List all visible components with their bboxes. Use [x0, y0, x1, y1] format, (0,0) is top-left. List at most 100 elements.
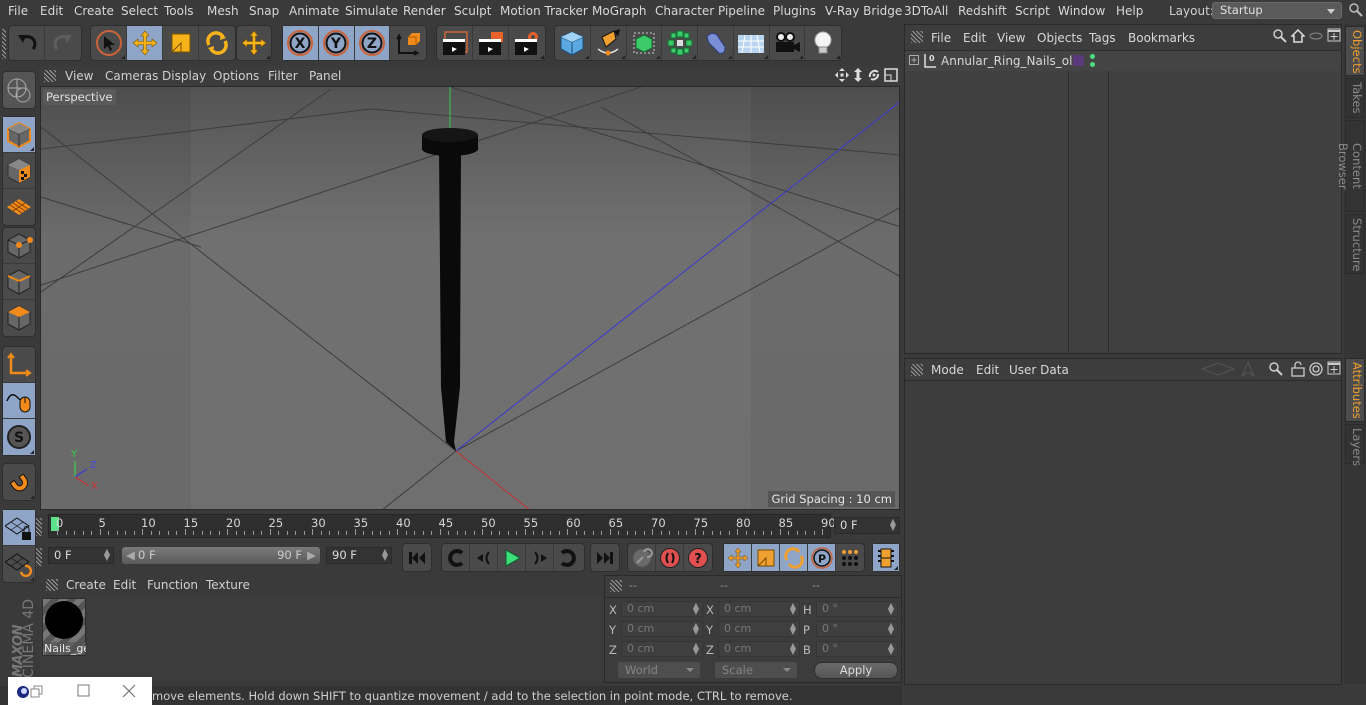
end-frame-field[interactable]: 90 F ▲ ▼: [326, 547, 392, 564]
object-name[interactable]: Annular_Ring_Nails_old: [941, 54, 1080, 68]
tab-layers[interactable]: Layers: [1345, 424, 1365, 466]
current-frame-field[interactable]: 0 F ▲ ▼: [834, 517, 900, 534]
solo-button[interactable]: S: [3, 419, 35, 455]
orbit-icon[interactable]: [867, 68, 881, 82]
size-mode-dropdown[interactable]: Scale: [715, 662, 797, 678]
scale-tool-button[interactable]: [163, 26, 199, 60]
rot-h-field[interactable]: 0 ° ▲ ▼: [816, 601, 898, 617]
x-axis-button[interactable]: X: [283, 26, 319, 60]
move-tool-button[interactable]: [127, 26, 163, 60]
prev-keyframe-button[interactable]: [442, 544, 470, 571]
3d-viewport[interactable]: Perspective Y Z X Grid Spacing : 10 cm: [40, 86, 900, 510]
scale-track-button[interactable]: [752, 544, 780, 571]
search-icon[interactable]: [1269, 362, 1283, 376]
autokey-button[interactable]: ?: [684, 544, 712, 571]
go-to-start-button[interactable]: [403, 544, 431, 571]
record-keys-button[interactable]: [656, 544, 684, 571]
tab-attributes[interactable]: Attributes: [1345, 358, 1365, 422]
render-settings-button[interactable]: [509, 26, 545, 60]
pos-y-field[interactable]: 0 cm ▲ ▼: [621, 621, 703, 637]
lock-icon[interactable]: [1291, 361, 1305, 377]
redo-button[interactable]: [45, 26, 81, 60]
motion-record-button[interactable]: [628, 544, 656, 571]
viewport-menu-panel[interactable]: Panel: [309, 69, 341, 83]
menu-simulate[interactable]: Simulate: [345, 4, 398, 18]
up-arrow-icon[interactable]: [1241, 361, 1255, 377]
material-menu-create[interactable]: Create: [66, 578, 106, 592]
menu-render[interactable]: Render: [403, 4, 446, 18]
viewport-menu-view[interactable]: View: [65, 69, 93, 83]
coordinates-grip[interactable]: [610, 580, 622, 592]
objects-menu-objects[interactable]: Objects: [1037, 31, 1082, 45]
start-frame-field[interactable]: 0 F ▲ ▼: [48, 547, 114, 564]
add-spline-button[interactable]: [591, 26, 627, 60]
search-icon[interactable]: [1273, 29, 1287, 43]
tab-structure[interactable]: Structure: [1345, 214, 1365, 274]
menu-redshift[interactable]: Redshift: [958, 4, 1007, 18]
play-button[interactable]: [498, 544, 526, 571]
menu-mograph[interactable]: MoGraph: [592, 4, 647, 18]
attributes-menu-edit[interactable]: Edit: [976, 363, 999, 377]
add-light-button[interactable]: [805, 26, 841, 60]
size-z-field[interactable]: 0 cm ▲ ▼: [718, 641, 800, 657]
select-tool-button[interactable]: [91, 26, 127, 60]
next-keyframe-button[interactable]: [554, 544, 582, 571]
objects-menu-tags[interactable]: Tags: [1089, 31, 1116, 45]
spinner-arrows-icon[interactable]: ▲ ▼: [888, 602, 894, 616]
timeline-window-button[interactable]: [873, 544, 899, 571]
material-menu-edit[interactable]: Edit: [113, 578, 136, 592]
next-frame-button[interactable]: [526, 544, 554, 571]
texture-mode-button[interactable]: [3, 153, 35, 189]
search-icon[interactable]: [1349, 3, 1363, 17]
size-x-field[interactable]: 0 cm ▲ ▼: [718, 601, 800, 617]
menu-vray-bridge[interactable]: V-Ray Bridge: [825, 4, 902, 18]
spinner-arrows-icon[interactable]: ▲ ▼: [890, 518, 896, 532]
cinema4d-app-icon[interactable]: [16, 685, 30, 699]
menu-snap[interactable]: Snap: [249, 4, 279, 18]
menu-sculpt[interactable]: Sculpt: [454, 4, 491, 18]
pan-icon[interactable]: [835, 68, 849, 82]
spinner-arrows-icon[interactable]: ▲ ▼: [104, 548, 110, 562]
coordinate-mode-dropdown[interactable]: World: [618, 662, 700, 678]
viewport-grip[interactable]: [44, 70, 56, 82]
workplane-mode-button[interactable]: [3, 189, 35, 225]
home-icon[interactable]: [1291, 29, 1305, 43]
back-arrow-icon[interactable]: [1201, 362, 1235, 376]
new-panel-icon[interactable]: [1327, 28, 1341, 42]
material-menu-function[interactable]: Function: [147, 578, 198, 592]
menu-mesh[interactable]: Mesh: [207, 4, 239, 18]
locked-workplane-button[interactable]: [3, 510, 35, 546]
restore-icon[interactable]: [30, 685, 44, 699]
add-subdivision-button[interactable]: [627, 26, 663, 60]
objects-menu-edit[interactable]: Edit: [963, 31, 986, 45]
viewport-menu-filter[interactable]: Filter: [268, 69, 298, 83]
target-icon[interactable]: [1309, 362, 1323, 376]
maximize-view-icon[interactable]: [884, 68, 898, 82]
attribute-manager-grip[interactable]: [911, 364, 923, 376]
timeline-ruler[interactable]: 0 5 10 15 20 25 30 35 40 45 50 55 60 65 70 75 80 85 90: [48, 514, 836, 538]
spinner-arrows-icon[interactable]: ▲ ▼: [693, 602, 699, 616]
eye-icon[interactable]: [1309, 30, 1323, 42]
range-right-arrow-icon[interactable]: ▶: [307, 547, 316, 564]
dolly-icon[interactable]: [851, 68, 865, 82]
render-visibility-dot[interactable]: [1090, 62, 1095, 67]
spinner-arrows-icon[interactable]: ▲ ▼: [790, 622, 796, 636]
menu-edit[interactable]: Edit: [40, 4, 63, 18]
menu-window[interactable]: Window: [1058, 4, 1105, 18]
spinner-arrows-icon[interactable]: ▲ ▼: [693, 642, 699, 656]
apply-button[interactable]: Apply: [814, 662, 898, 679]
edges-mode-button[interactable]: [3, 264, 35, 300]
editor-visibility-dot[interactable]: [1090, 54, 1095, 59]
undo-button[interactable]: [9, 26, 45, 60]
z-axis-button[interactable]: Z: [354, 26, 391, 60]
add-cloner-button[interactable]: [662, 26, 698, 60]
playback-grip[interactable]: [36, 548, 42, 566]
recent-tool-button[interactable]: [237, 26, 271, 60]
menu-select[interactable]: Select: [121, 4, 158, 18]
spinner-arrows-icon[interactable]: ▲ ▼: [888, 642, 894, 656]
spinner-arrows-icon[interactable]: ▲ ▼: [790, 642, 796, 656]
preview-range-slider[interactable]: ◀ 0 F 90 F ▶: [122, 547, 320, 564]
material-menu-texture[interactable]: Texture: [206, 578, 250, 592]
rotate-tool-button[interactable]: [199, 26, 235, 60]
toolbar-grip[interactable]: [2, 29, 6, 59]
